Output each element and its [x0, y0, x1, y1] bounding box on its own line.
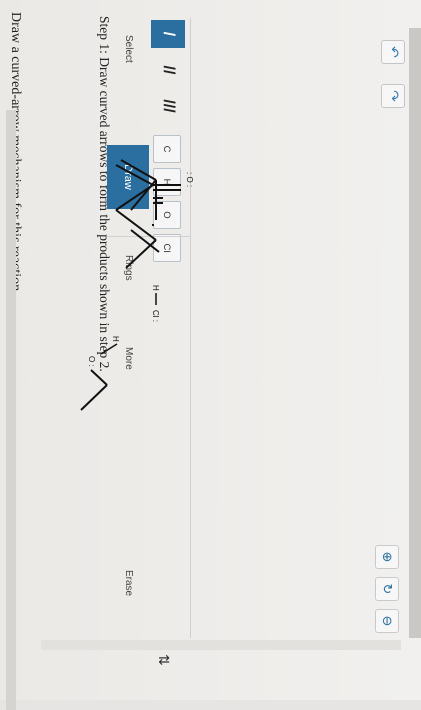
reaction-canvas[interactable]: : O : H Cl : H O : — [0, 0, 421, 700]
oh-bond — [100, 343, 118, 355]
ether-hydrogen-label: H — [111, 336, 120, 342]
ketone-carbonyl — [153, 197, 163, 204]
hcl-chlorine-label: Cl : — [151, 310, 160, 322]
ether-oxygen-label: O : — [87, 356, 96, 367]
ketone-carbon-chain — [115, 164, 181, 269]
rotated-page: Draw a curved-arrow mechanism for this r… — [0, 0, 421, 710]
cc-bond — [80, 384, 108, 411]
oc-bond — [90, 369, 108, 386]
hcl-hydrogen-label: H — [151, 285, 160, 291]
horizontal-scrollbar[interactable] — [6, 110, 16, 710]
ketone-oxygen-label: : O : — [185, 172, 194, 187]
